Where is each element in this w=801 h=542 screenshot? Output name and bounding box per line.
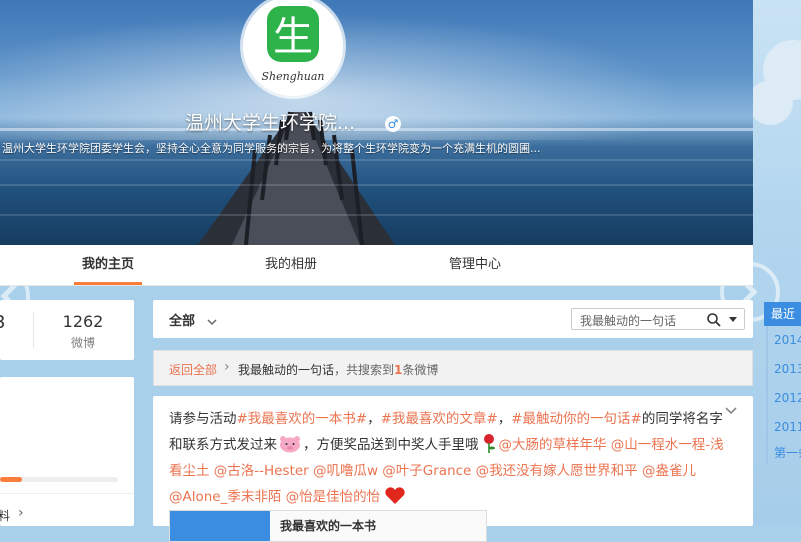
post-link-card[interactable]: 我最喜欢的一本书	[169, 510, 487, 542]
card-divider	[0, 493, 134, 494]
counter-value[interactable]: 3	[0, 312, 5, 333]
background-cloud	[748, 80, 793, 125]
back-to-all-link[interactable]: 返回全部	[169, 361, 217, 378]
breadcrumb-result-prefix: ，共搜索到	[334, 363, 395, 377]
post-text: 请参与活动#我最喜欢的一本书#，#我最喜欢的文章#，#最触动你的一句话#的同学将…	[169, 406, 729, 510]
profile-info-card: 料 ›	[0, 377, 134, 526]
caret-down-icon[interactable]	[728, 316, 738, 324]
breadcrumb-topic: 我最触动的一句话	[238, 363, 335, 377]
weibo-count-label: 微博	[70, 336, 95, 350]
hashtag-link[interactable]: #我最喜欢的一本书#	[237, 411, 368, 427]
timeline-year-2013[interactable]: 2013	[768, 355, 801, 384]
pink-pig-emoji-icon	[280, 436, 300, 453]
progress-track	[0, 477, 118, 482]
avatar-logo-text: Shenghuan	[261, 70, 324, 83]
profile-cover: 生 Shenghuan 温州大学生环学院... ♂ 温州大学生环学院团委学生会，…	[0, 0, 753, 245]
profile-nav: 我的主页 我的相册 管理中心	[0, 245, 753, 286]
profile-nickname[interactable]: 温州大学生环学院...	[185, 108, 355, 135]
timeline-recent[interactable]: 最近	[764, 302, 801, 326]
search-icon[interactable]	[706, 312, 722, 328]
post-text-part: 请参与活动	[169, 411, 237, 427]
feed-search-input[interactable]	[578, 311, 702, 329]
weibo-count[interactable]: 1262	[48, 312, 118, 331]
tab-my-album[interactable]: 我的相册	[265, 245, 317, 285]
avatar[interactable]: 生 Shenghuan	[243, 0, 343, 96]
weibo-post: 请参与活动#我最喜欢的一本书#，#我最喜欢的文章#，#最触动你的一句话#的同学将…	[153, 396, 753, 542]
counter-divider	[33, 312, 34, 348]
breadcrumb-result-suffix: 条微博	[402, 363, 439, 377]
timeline-nav: 最近 2014 2013 2012 2011 第一条	[764, 302, 801, 464]
chevron-down-icon	[207, 318, 217, 325]
post-text-part: ，	[497, 411, 512, 427]
heart-emoji-icon	[385, 487, 405, 504]
timeline-year-2014[interactable]: 2014	[768, 326, 801, 355]
info-link-label[interactable]: 料	[0, 507, 10, 524]
hashtag-link[interactable]: #我最喜欢的文章#	[381, 411, 498, 427]
breadcrumb-separator: ›	[224, 359, 230, 375]
search-result-breadcrumb: 返回全部 › 我最触动的一句话，共搜索到1条微博	[153, 350, 753, 386]
rose-emoji-icon	[483, 434, 495, 453]
timeline-years: 2014 2013 2012 2011 第一条	[766, 326, 801, 464]
timeline-first-post[interactable]: 第一条	[768, 442, 801, 464]
profile-counters: 3 1262 微博	[0, 300, 134, 360]
link-card-thumbnail	[170, 511, 270, 541]
post-text-part: ，方便奖品送到中奖人手里哦	[303, 437, 479, 453]
tab-management-center[interactable]: 管理中心	[449, 245, 501, 285]
feed-search	[571, 308, 745, 330]
hashtag-link[interactable]: #最触动你的一句话#	[511, 411, 642, 427]
svg-text:生: 生	[273, 14, 313, 60]
post-text-part: ，	[367, 411, 381, 427]
progress-fill	[0, 477, 22, 482]
cover-pier-illustration	[0, 111, 753, 245]
chevron-right-icon: ›	[18, 505, 24, 521]
profile-intro: 温州大学生环学院团委学生会，坚持全心全意为同学服务的宗旨，为将整个生环学院变为一…	[2, 142, 541, 155]
filter-all-dropdown[interactable]: 全部	[169, 310, 218, 329]
timeline-year-2012[interactable]: 2012	[768, 384, 801, 413]
tab-my-homepage[interactable]: 我的主页	[73, 245, 143, 285]
breadcrumb-result-text: 我最触动的一句话，共搜索到1条微博	[238, 361, 438, 378]
avatar-logo-icon: 生 Shenghuan	[261, 6, 325, 83]
feed-filter-bar: 全部	[153, 300, 753, 338]
filter-all-label: 全部	[169, 314, 196, 329]
timeline-year-2011[interactable]: 2011	[768, 413, 801, 442]
gender-male-icon: ♂	[385, 116, 401, 132]
